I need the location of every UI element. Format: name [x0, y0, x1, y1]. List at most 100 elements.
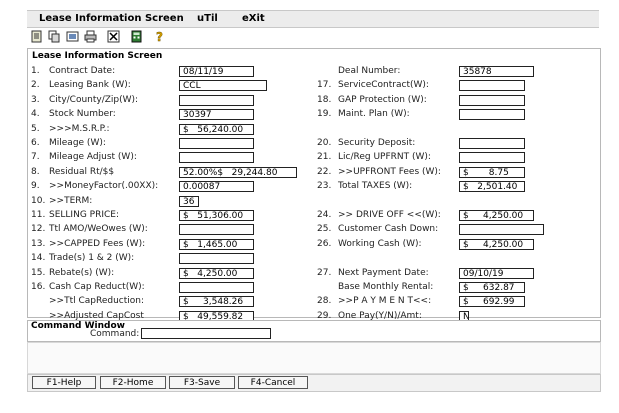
left-field-number: 4.: [31, 109, 40, 120]
left-field-input[interactable]: $ 51,306.00: [179, 210, 254, 221]
right-field-label: Next Payment Date:: [338, 267, 429, 278]
right-field-number: 17.: [317, 80, 332, 91]
right-field-label: Deal Number:: [338, 66, 401, 76]
left-field-label: >>Ttl CapReduction:: [49, 296, 145, 307]
left-field-input[interactable]: [179, 282, 254, 293]
left-field-number: 7.: [31, 152, 40, 163]
left-field-number: 1.: [31, 66, 40, 76]
right-field-input[interactable]: 35878: [459, 66, 534, 77]
calculator-icon[interactable]: [130, 30, 143, 43]
left-field-label: >>TERM:: [49, 195, 93, 206]
help-icon[interactable]: ?: [153, 30, 166, 43]
left-field-label: Leasing Bank (W):: [49, 80, 131, 91]
command-input[interactable]: [141, 328, 271, 339]
right-field-label: ServiceContract(W):: [338, 80, 429, 91]
left-field-label: >>>M.S.R.P.:: [49, 123, 110, 134]
left-field-label: Rebate(s) (W):: [49, 267, 115, 278]
command-label: Command:: [90, 329, 140, 339]
right-field-label: Security Deposit:: [338, 138, 416, 148]
left-field-input[interactable]: [179, 138, 254, 149]
right-field-input[interactable]: $ 692.99: [459, 296, 525, 308]
right-field-input[interactable]: [459, 224, 544, 236]
left-field-number: 11.: [31, 210, 46, 220]
right-field-label: >>UPFRONT Fees (W):: [338, 166, 441, 177]
left-field-input[interactable]: 36: [179, 195, 199, 207]
left-field-input[interactable]: CCL: [179, 80, 267, 92]
left-field-label: Mileage Adjust (W):: [49, 152, 137, 163]
left-field-input[interactable]: $ 1,465.00: [179, 238, 254, 250]
right-field-label: >> DRIVE OFF <<(W):: [338, 210, 441, 220]
menu-util[interactable]: uTil: [197, 13, 218, 24]
left-field-input[interactable]: [179, 253, 254, 265]
right-field-label: Customer Cash Down:: [338, 224, 439, 235]
right-field-input[interactable]: [459, 80, 525, 92]
left-field-input[interactable]: 52.00%$ 29,244.80: [179, 166, 297, 178]
right-field-label: Total TAXES (W):: [338, 181, 413, 192]
left-field-input[interactable]: 0.00087: [179, 181, 254, 193]
left-field-label: >>CAPPED Fees (W):: [49, 238, 146, 249]
left-field-label: City/County/Zip(W):: [49, 94, 139, 105]
message-area: [27, 342, 601, 374]
right-field-number: 28.: [317, 296, 332, 307]
copy-icon[interactable]: [48, 30, 61, 43]
f3-save-button[interactable]: F3-Save: [169, 376, 235, 389]
left-field-input[interactable]: [179, 94, 254, 106]
left-field-input[interactable]: [179, 224, 254, 236]
right-field-input[interactable]: $ 632.87: [459, 282, 525, 293]
function-key-bar: F1-Help F2-Home F3-Save F4-Cancel: [27, 374, 601, 392]
menu-title[interactable]: Lease Information Screen: [39, 13, 184, 24]
right-field-number: 22.: [317, 166, 332, 177]
left-field-input[interactable]: $ 56,240.00: [179, 123, 254, 135]
left-field-input[interactable]: 08/11/19: [179, 66, 254, 77]
right-field-label: >>P A Y M E N T<<:: [338, 296, 432, 307]
right-field-label: GAP Protection (W):: [338, 94, 427, 105]
right-field-number: 25.: [317, 224, 332, 235]
right-field-number: 19.: [317, 109, 332, 120]
right-field-input[interactable]: [459, 109, 525, 121]
right-field-input[interactable]: $ 4,250.00: [459, 210, 534, 221]
right-field-input[interactable]: [459, 94, 525, 106]
right-field-input[interactable]: $ 8.75: [459, 166, 525, 178]
right-field-label: Maint. Plan (W):: [338, 109, 410, 120]
left-field-number: 13.: [31, 238, 46, 249]
right-field-input[interactable]: [459, 152, 525, 164]
f2-home-button[interactable]: F2-Home: [100, 376, 166, 389]
menu-exit[interactable]: eXit: [242, 13, 265, 24]
right-field-number: 27.: [317, 267, 332, 278]
left-field-input[interactable]: $ 3,548.26: [179, 296, 254, 308]
left-field-number: 14.: [31, 253, 46, 264]
document-icon[interactable]: [30, 30, 43, 43]
left-field-input[interactable]: [179, 152, 254, 164]
left-field-label: Stock Number:: [49, 109, 116, 120]
right-field-label: Base Monthly Rental:: [338, 282, 434, 292]
left-field-label: Contract Date:: [49, 66, 116, 76]
panel-title: Lease Information Screen: [32, 51, 163, 61]
right-field-input[interactable]: $ 2,501.40: [459, 181, 525, 193]
menu-bar: Lease Information Screen uTil eXit: [27, 10, 599, 28]
command-window: Command Window Command:: [27, 320, 601, 342]
left-field-input[interactable]: 30397: [179, 109, 254, 121]
right-field-number: 26.: [317, 238, 332, 249]
left-field-label: Trade(s) 1 & 2 (W):: [49, 253, 135, 264]
right-field-input[interactable]: 09/10/19: [459, 267, 534, 279]
left-field-input[interactable]: $ 4,250.00: [179, 267, 254, 279]
left-field-label: Cash Cap Reduct(W):: [49, 282, 145, 292]
right-field-input[interactable]: [459, 138, 525, 149]
left-field-label: >>MoneyFactor(.00XX):: [49, 181, 159, 192]
left-field-label: SELLING PRICE:: [49, 210, 119, 220]
view-icon[interactable]: [66, 30, 79, 43]
f4-cancel-button[interactable]: F4-Cancel: [238, 376, 308, 389]
svg-text:?: ?: [156, 30, 163, 43]
left-field-number: 12.: [31, 224, 46, 235]
right-field-label: Lic/Reg UPFRNT (W):: [338, 152, 431, 163]
f1-help-button[interactable]: F1-Help: [32, 376, 96, 389]
right-field-input[interactable]: $ 4,250.00: [459, 238, 534, 250]
print-icon[interactable]: [84, 30, 97, 43]
left-field-label: Mileage (W):: [49, 138, 106, 148]
left-field-number: 10.: [31, 195, 46, 206]
close-x-icon[interactable]: [107, 30, 120, 43]
toolbar: ?: [27, 28, 599, 46]
left-field-number: 5.: [31, 123, 40, 134]
right-field-number: 18.: [317, 94, 332, 105]
left-field-label: Residual Rt/$$: [49, 166, 115, 177]
